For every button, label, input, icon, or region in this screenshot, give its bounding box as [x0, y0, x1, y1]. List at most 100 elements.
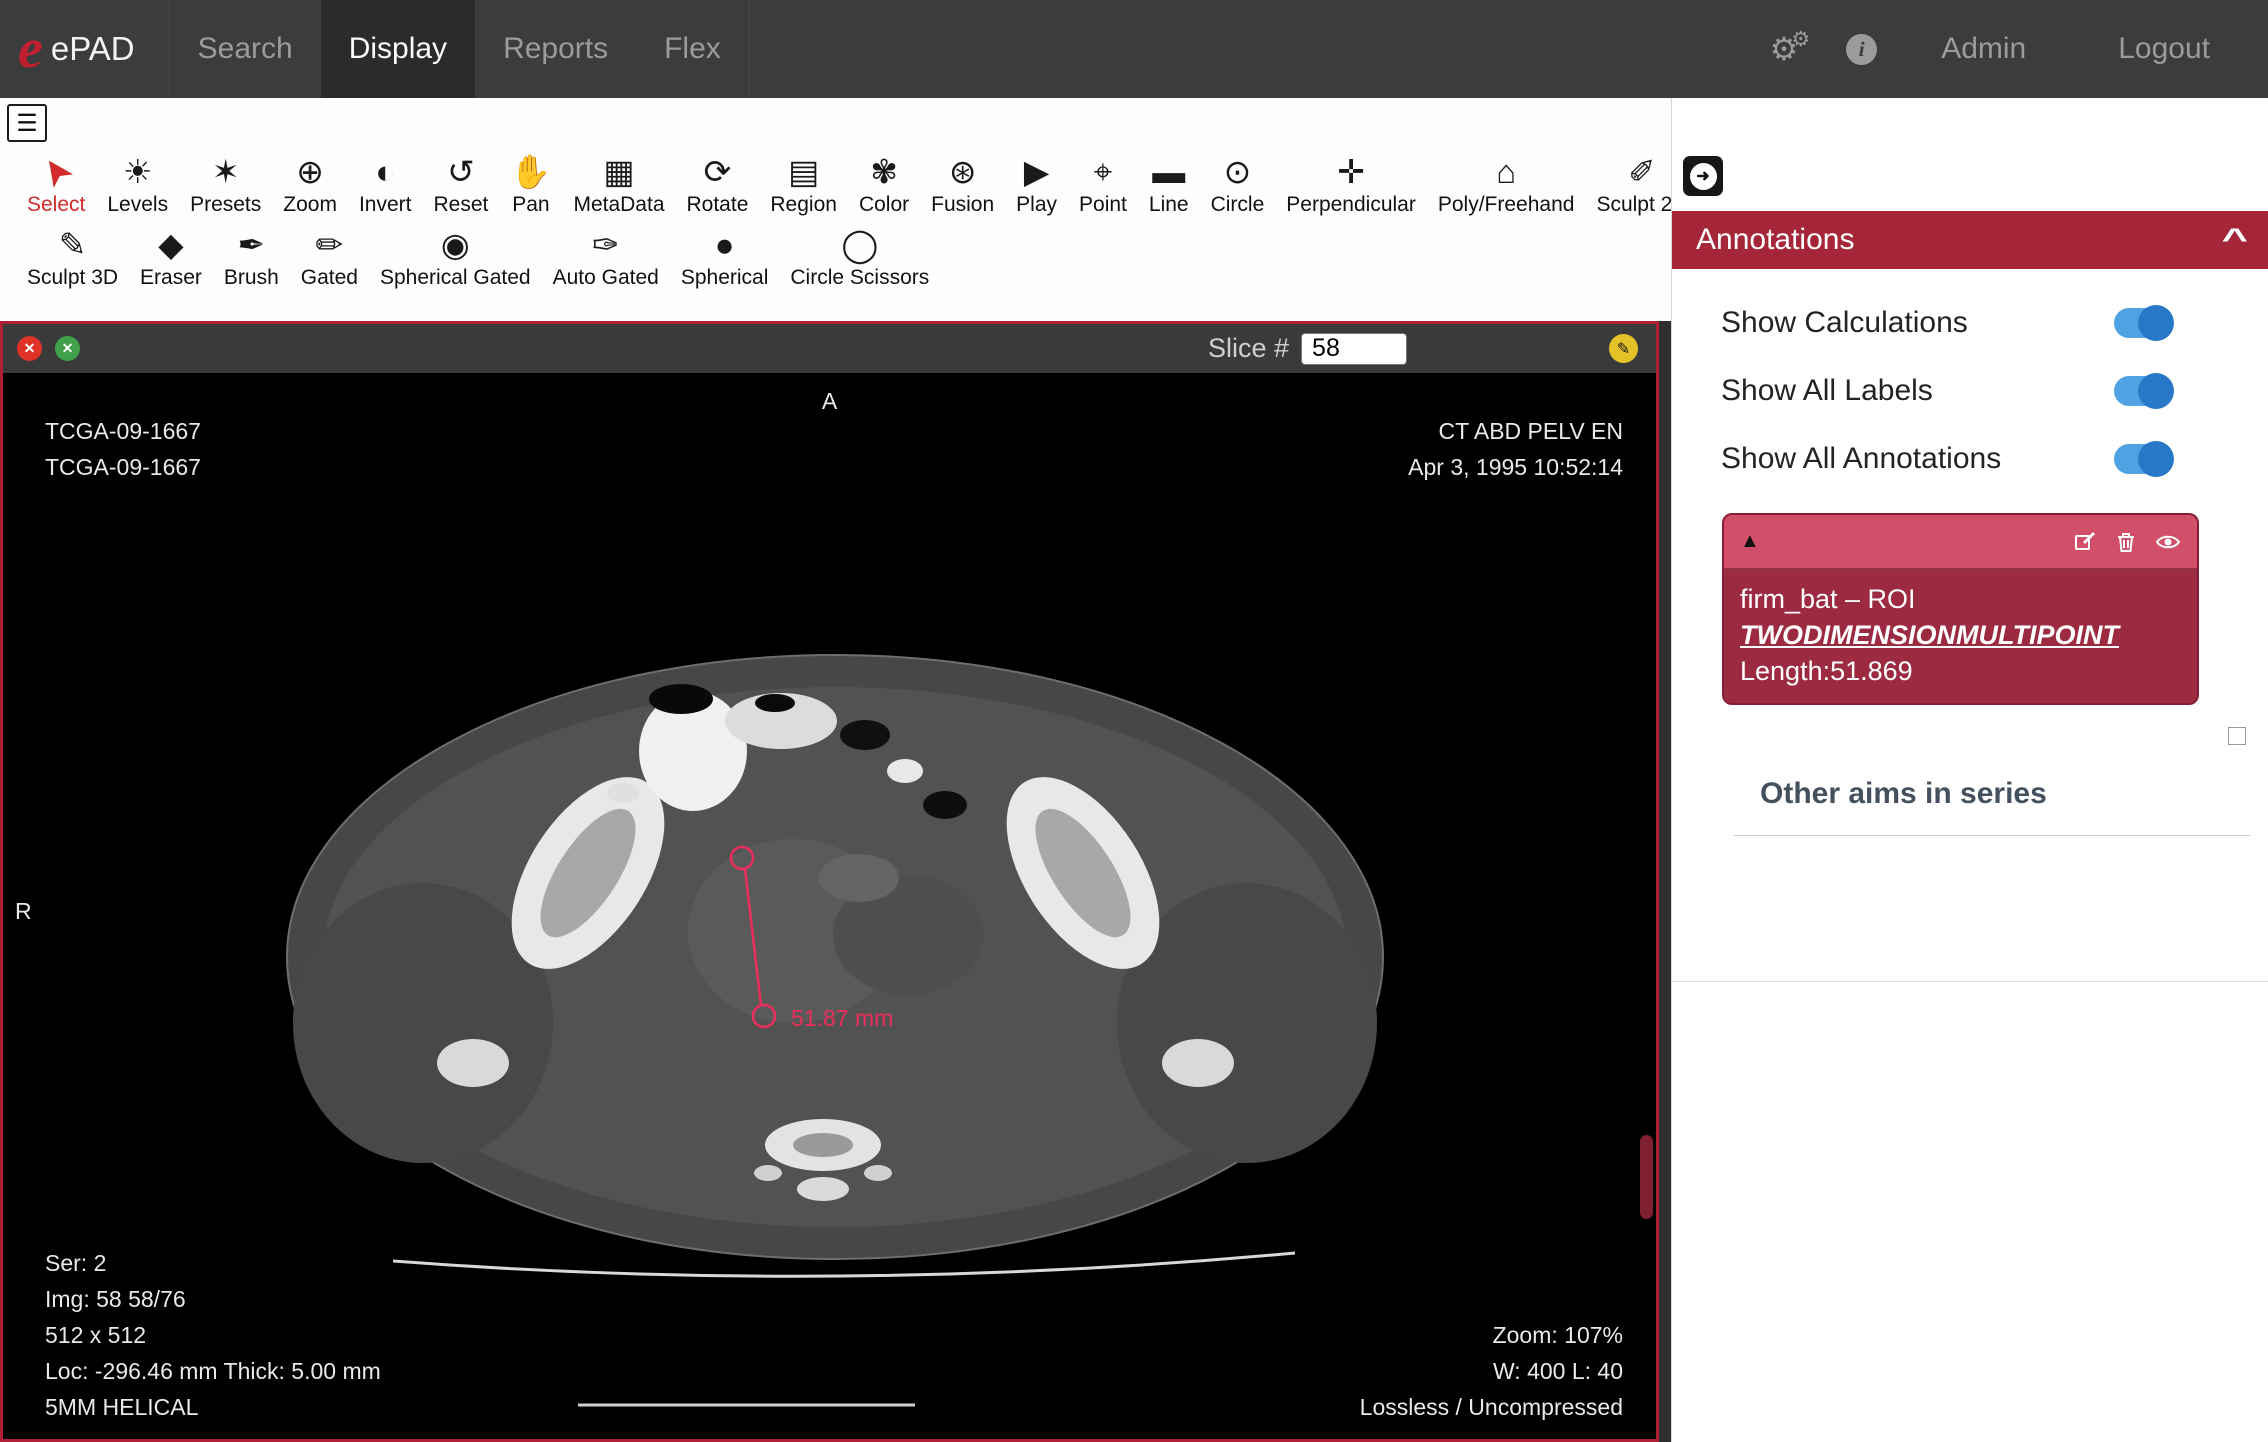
nav-display[interactable]: Display	[320, 0, 476, 98]
color-palette-icon: ✾	[870, 153, 898, 190]
right-sidebar: ➜ Annotations ^ Show Calculations Show A…	[1671, 98, 2268, 1442]
resize-handle[interactable]	[2228, 727, 2246, 745]
tool-line[interactable]: ▬ Line	[1138, 152, 1200, 217]
annotation-card[interactable]: ▲ firm_bat – ROI TWODIMENSIONMULTIPOINT …	[1722, 513, 2199, 705]
slice-label: Slice #	[1208, 333, 1290, 363]
image-matrix: 512 x 512	[45, 1322, 147, 1348]
circle-icon: ⊙	[1223, 153, 1252, 190]
tool-select[interactable]: ➤ Select	[16, 148, 96, 217]
tool-zoom[interactable]: ⊕ Zoom	[272, 152, 348, 217]
tool-poly-freehand[interactable]: ⌂ Poly/Freehand	[1427, 152, 1586, 217]
close-viewer-icon[interactable]: ✕	[17, 336, 42, 361]
tool-spherical-gated[interactable]: ◉ Spherical Gated	[369, 225, 542, 290]
nav-logout[interactable]: Logout	[2090, 32, 2238, 66]
viewer-sidebar-gap	[1659, 321, 1671, 1442]
tool-pan[interactable]: ✋ Pan	[499, 152, 562, 217]
chevron-up-icon[interactable]: ^	[2222, 223, 2248, 257]
auto-gated-icon: ✑	[591, 226, 620, 263]
tool-play[interactable]: ▶ Play	[1005, 152, 1068, 217]
tool-circle-scissors[interactable]: ◯ Circle Scissors	[779, 225, 940, 290]
zoom-icon: ⊕	[296, 153, 324, 190]
annotations-header[interactable]: Annotations ^	[1672, 211, 2268, 269]
tool-label: Point	[1079, 193, 1127, 216]
annotations-title: Annotations	[1696, 223, 1855, 256]
detach-viewer-icon[interactable]: ✕	[55, 336, 80, 361]
tool-eraser[interactable]: ◆ Eraser	[129, 225, 213, 290]
region-icon: ▤	[788, 153, 820, 190]
toggle-row-show-all-annotations: Show All Annotations	[1672, 437, 2268, 481]
delete-trash-icon[interactable]	[2114, 530, 2138, 554]
tool-label: Region	[770, 193, 837, 216]
show-all-annotations-toggle[interactable]	[2114, 441, 2174, 477]
info-icon[interactable]: i	[1846, 33, 1878, 65]
tool-color[interactable]: ✾ Color	[848, 152, 920, 217]
tool-sculpt-3d[interactable]: ✎ Sculpt 3D	[16, 225, 129, 290]
viewer-titlebar[interactable]: ✕ ✕ Slice # ✎	[3, 324, 1656, 373]
tool-brush[interactable]: ✒ Brush	[213, 225, 290, 290]
nav-search[interactable]: Search	[170, 0, 321, 98]
tool-spherical[interactable]: ● Spherical	[670, 225, 780, 290]
dicom-viewer-window: ✕ ✕ Slice # ✎	[0, 321, 1659, 1442]
tool-label: Circle	[1210, 193, 1265, 216]
visibility-eye-icon[interactable]	[2155, 530, 2181, 554]
show-calculations-toggle[interactable]	[2114, 305, 2174, 341]
hamburger-menu-button[interactable]: ☰	[7, 104, 47, 142]
other-aims-title: Other aims in series	[1760, 777, 2047, 810]
nav-reports[interactable]: Reports	[475, 0, 636, 98]
annotation-toggles: Show Calculations Show All Labels Show A…	[1672, 269, 2268, 481]
toggle-knob	[2138, 373, 2174, 409]
select-cursor-icon: ➤	[30, 147, 82, 197]
series-number: Ser: 2	[45, 1250, 107, 1276]
tool-label: Pan	[512, 193, 550, 216]
tool-reset[interactable]: ↺ Reset	[423, 152, 500, 217]
tool-perpendicular[interactable]: ✛ Perpendicular	[1275, 152, 1427, 217]
epad-logo-icon: e	[18, 18, 43, 80]
triangle-up-icon[interactable]: ▲	[1740, 530, 1760, 553]
toggle-label: Show Calculations	[1721, 306, 1968, 339]
tool-metadata[interactable]: ▦ MetaData	[562, 152, 675, 217]
slice-scrollbar-thumb[interactable]	[1640, 1135, 1653, 1219]
tool-point[interactable]: ⌖ Point	[1068, 152, 1138, 217]
tool-label: Poly/Freehand	[1437, 193, 1575, 216]
tool-label: Spherical	[680, 266, 769, 289]
edit-icon[interactable]	[2073, 530, 2097, 554]
edit-annotation-pencil-icon[interactable]: ✎	[1609, 334, 1638, 363]
annotation-template: TWODIMENSIONMULTIPOINT	[1740, 620, 2119, 650]
tool-presets[interactable]: ✶ Presets	[179, 152, 272, 217]
tool-label: Gated	[300, 266, 358, 289]
top-navbar: e ePAD Search Display Reports Flex ⚙ ⚙ i…	[0, 0, 2268, 98]
tool-region[interactable]: ▤ Region	[759, 152, 848, 217]
patient-id-line2: TCGA-09-1667	[45, 454, 201, 480]
reset-icon: ↺	[447, 153, 475, 190]
sidebar-collapse-button[interactable]: ➜	[1683, 156, 1723, 196]
tool-label: Perpendicular	[1286, 193, 1416, 216]
tool-label: Brush	[223, 266, 279, 289]
tool-label: Spherical Gated	[379, 266, 531, 289]
nav-flex[interactable]: Flex	[636, 0, 749, 98]
tool-gated[interactable]: ✏ Gated	[290, 225, 369, 290]
tool-label: Sculpt 3D	[27, 266, 119, 289]
tool-label: Fusion	[931, 193, 995, 216]
app-brand[interactable]: e ePAD	[0, 21, 135, 77]
show-all-labels-toggle[interactable]	[2114, 373, 2174, 409]
tool-label: Color	[858, 193, 910, 216]
slice-number-input[interactable]	[1301, 332, 1408, 365]
tool-levels[interactable]: ☀ Levels	[96, 152, 179, 217]
brush-icon: ✒	[237, 226, 266, 263]
settings-gears-icon[interactable]: ⚙ ⚙	[1770, 28, 1811, 68]
tool-rotate[interactable]: ⟳ Rotate	[676, 152, 760, 217]
display-info-overlay: Zoom: 107% W: 400 L: 40 Lossless / Uncom…	[1360, 1317, 1623, 1425]
annotation-card-header[interactable]: ▲	[1724, 515, 2197, 569]
tool-label: Reset	[433, 193, 489, 216]
spherical-icon: ●	[714, 226, 735, 263]
tool-auto-gated[interactable]: ✑ Auto Gated	[542, 225, 670, 290]
dicom-image-area[interactable]: 51.87 mm A R TCGA-09-1667 TCGA-09-1667 C…	[3, 373, 1656, 1439]
tool-fusion[interactable]: ⊛ Fusion	[920, 152, 1005, 217]
tool-circle[interactable]: ⊙ Circle	[1200, 152, 1276, 217]
invert-icon: ◐	[375, 153, 396, 190]
tool-label: Play	[1016, 193, 1058, 216]
nav-admin[interactable]: Admin	[1913, 32, 2054, 66]
tool-invert[interactable]: ◐ Invert	[348, 152, 423, 217]
orientation-right-label: R	[15, 898, 32, 924]
study-info-overlay: CT ABD PELV EN Apr 3, 1995 10:52:14	[1408, 413, 1623, 485]
